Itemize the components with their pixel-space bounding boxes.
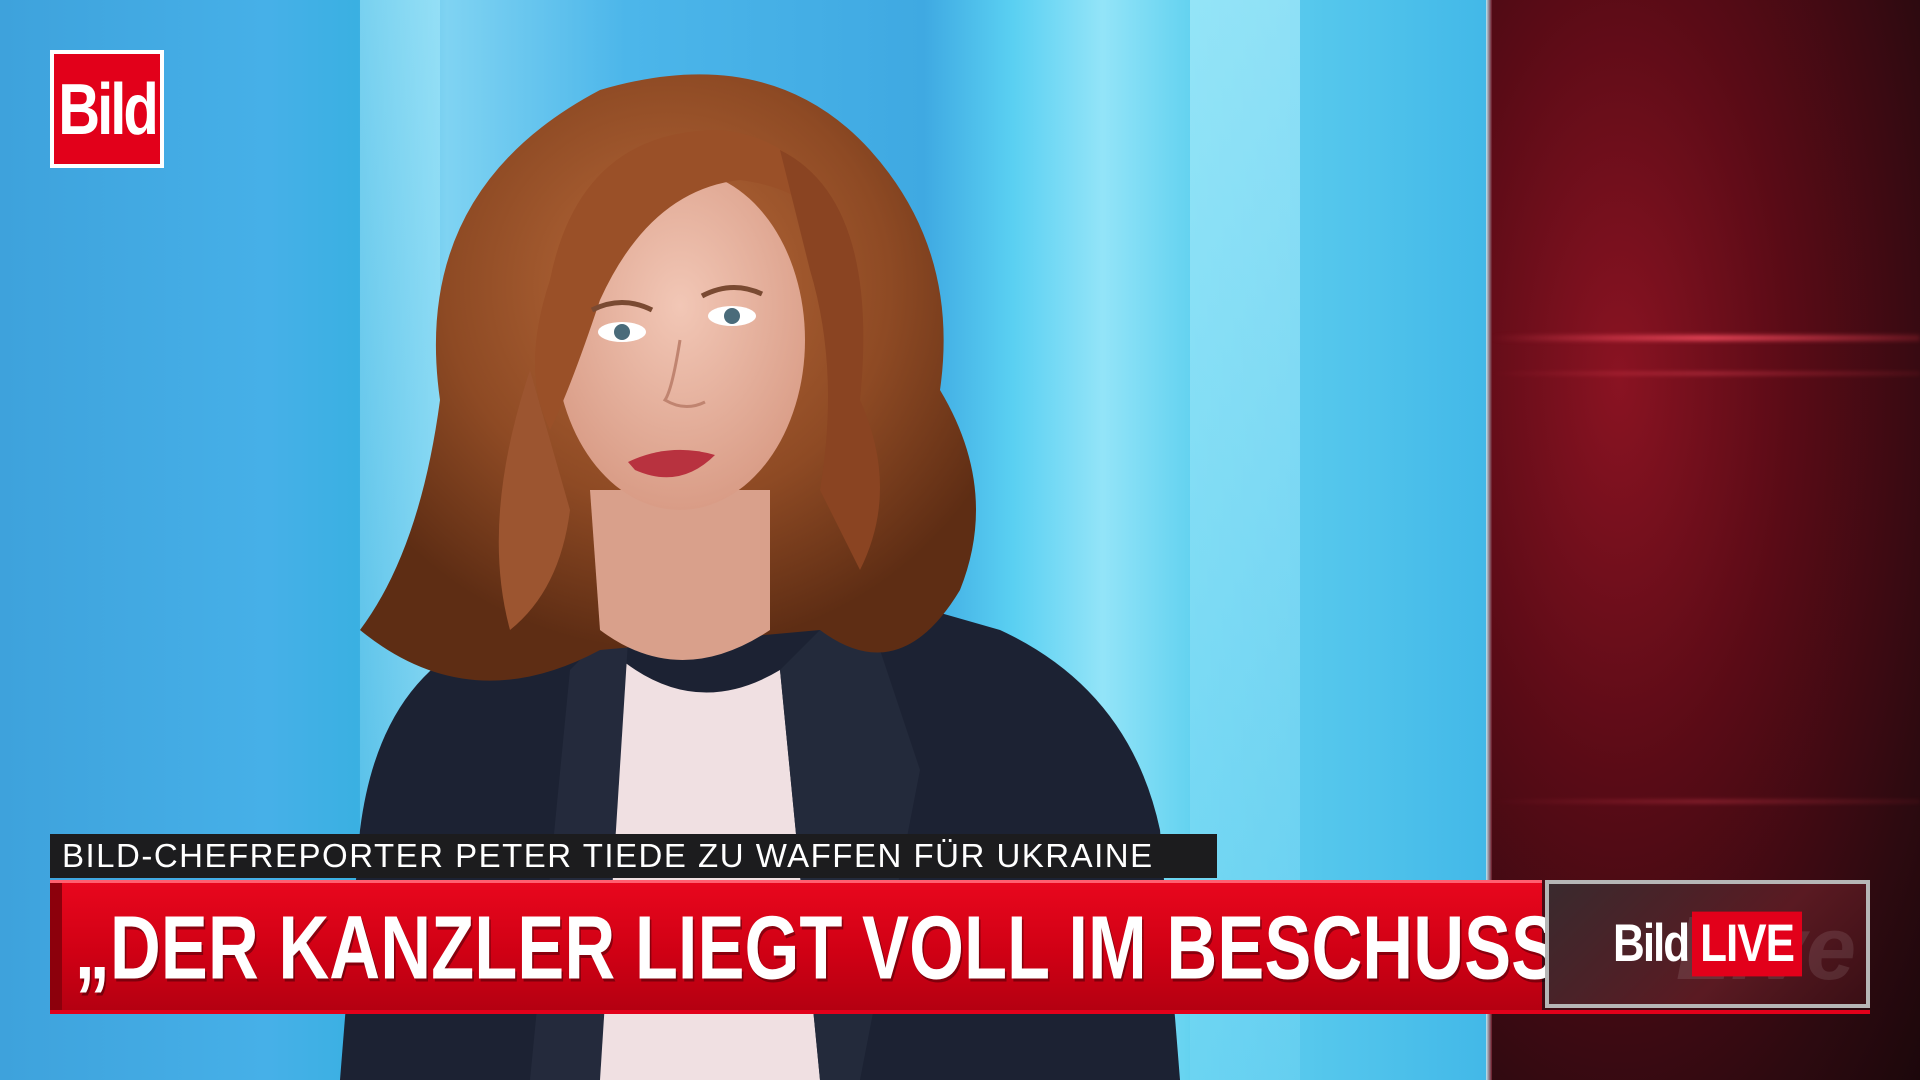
headline-text: „DER KANZLER LIEGT VOLL IM BESCHUSS“ <box>74 897 1594 998</box>
bild-live-badge: Live Bild LIVE <box>1545 880 1870 1008</box>
lower-third-headline: „DER KANZLER LIEGT VOLL IM BESCHUSS“ <box>50 880 1593 1013</box>
lower-third-subline: BILD-CHEFREPORTER PETER TIEDE ZU WAFFEN … <box>50 834 1217 878</box>
light-streak <box>1490 335 1920 341</box>
bild-logo: Bild <box>50 50 164 168</box>
subline-text: BILD-CHEFREPORTER PETER TIEDE ZU WAFFEN … <box>62 837 1154 874</box>
light-streak <box>1490 372 1920 375</box>
live-badge-brand: Bild <box>1613 914 1690 973</box>
light-streak <box>1490 800 1920 803</box>
live-badge-word: LIVE <box>1692 911 1802 977</box>
lower-third-red-rule <box>50 1010 1870 1014</box>
